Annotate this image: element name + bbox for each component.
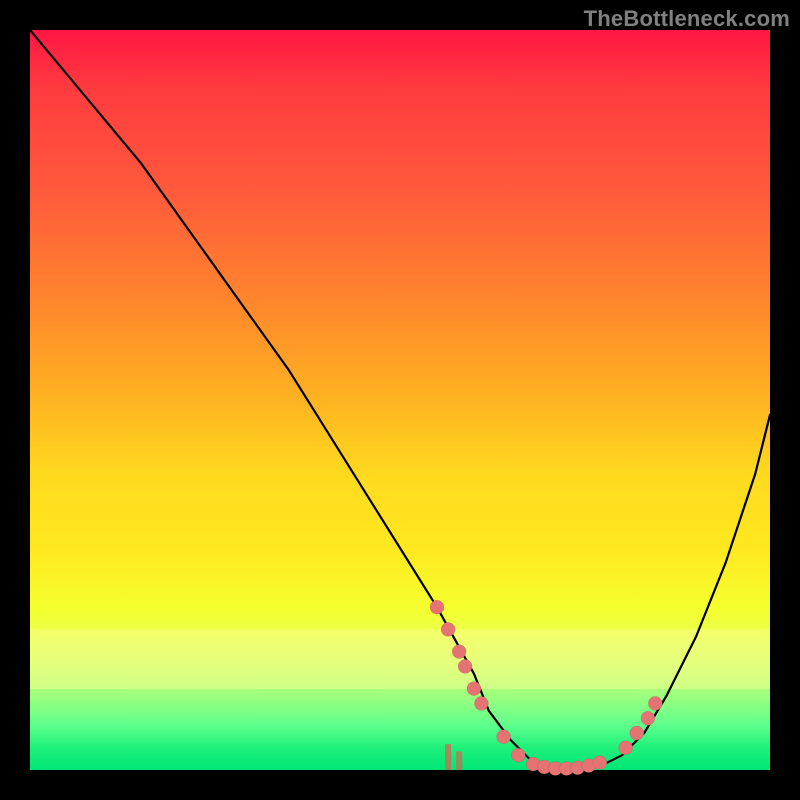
mini-bar: [456, 752, 462, 771]
scatter-dot: [474, 696, 488, 710]
mini-bar: [445, 744, 451, 770]
scatter-dot: [452, 645, 466, 659]
scatter-dot: [619, 741, 633, 755]
scatter-dot: [497, 730, 511, 744]
scatter-dot: [511, 748, 525, 762]
scatter-dot: [458, 659, 472, 673]
scatter-dot: [441, 622, 455, 636]
chart-frame: TheBottleneck.com: [0, 0, 800, 800]
scatter-dot: [648, 696, 662, 710]
bottleneck-curve: [30, 30, 770, 770]
scatter-dot: [430, 600, 444, 614]
scatter-dot: [593, 756, 607, 770]
chart-svg: [30, 30, 770, 770]
plot-area: [30, 30, 770, 770]
watermark-text: TheBottleneck.com: [584, 6, 790, 32]
scatter-dot: [641, 711, 655, 725]
scatter-dots-group: [430, 600, 662, 775]
scatter-dot: [467, 682, 481, 696]
scatter-dot: [630, 726, 644, 740]
